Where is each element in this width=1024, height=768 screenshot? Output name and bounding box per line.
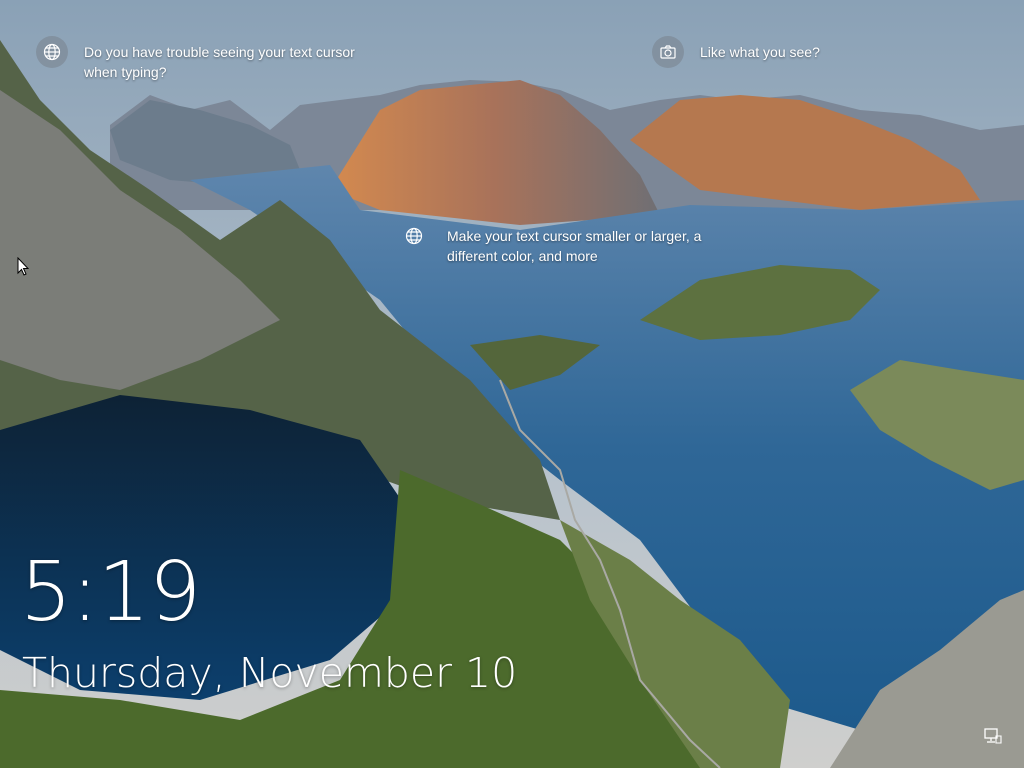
network-icon[interactable]: [984, 728, 1002, 744]
tip-text: Do you have trouble seeing your text cur…: [84, 44, 355, 80]
lock-clock: 5:19: [20, 545, 201, 640]
lock-date: Thursday, November 10: [22, 649, 518, 697]
tip-text: Make your text cursor smaller or larger,…: [447, 228, 702, 264]
spotlight-like-what-you-see[interactable]: Like what you see?: [652, 36, 872, 68]
spotlight-tip-cursor-size[interactable]: Make your text cursor smaller or larger,…: [405, 226, 735, 266]
globe-icon: [405, 227, 423, 245]
tip-text: Like what you see?: [700, 44, 820, 60]
camera-icon: [652, 36, 684, 68]
mouse-pointer-icon: [17, 257, 29, 276]
globe-icon: [36, 36, 68, 68]
spotlight-tip-cursor-trouble[interactable]: Do you have trouble seeing your text cur…: [36, 36, 356, 82]
